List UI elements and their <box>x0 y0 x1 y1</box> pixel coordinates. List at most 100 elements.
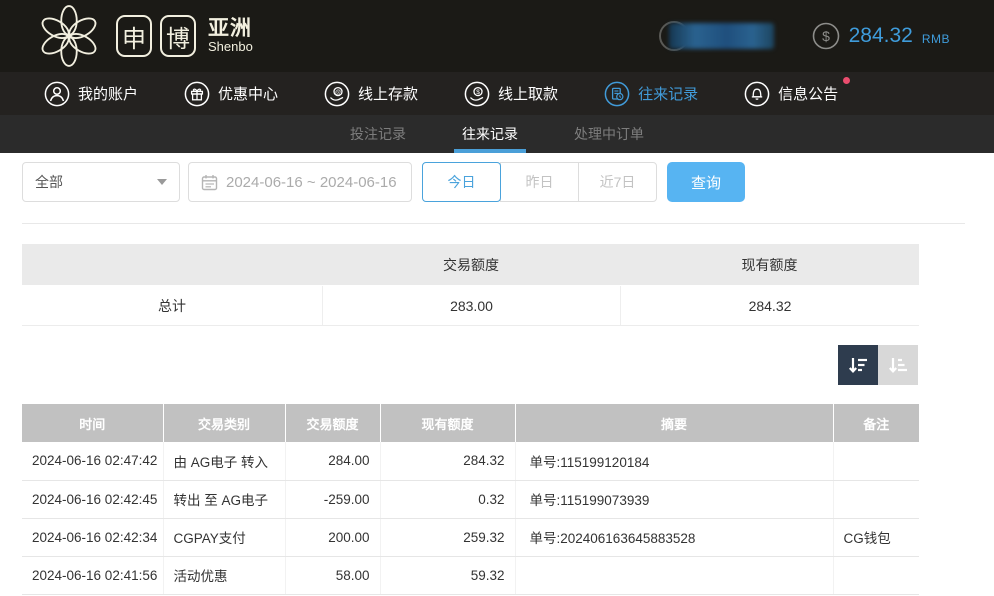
brand-latin: Shenbo <box>208 40 253 54</box>
cell-amount: 58.00 <box>285 556 380 594</box>
gift-icon <box>184 81 210 107</box>
cell-summary: 单号:115199120184 <box>515 442 833 480</box>
table-header-row: 时间 交易类别 交易额度 现有额度 摘要 备注 <box>22 404 919 442</box>
balance-display[interactable]: $ 284.32 RMB <box>812 22 950 50</box>
cell-amount: 284.00 <box>285 442 380 480</box>
category-select[interactable]: 全部 <box>22 162 180 202</box>
date-range-input[interactable]: 2024-06-16 ~ 2024-06-16 <box>188 162 412 202</box>
transactions-table: 时间 交易类别 交易额度 现有额度 摘要 备注 2024-06-16 02:47… <box>22 404 919 595</box>
yesterday-button[interactable]: 昨日 <box>500 162 579 202</box>
bell-icon <box>744 81 770 107</box>
calendar-icon <box>201 174 218 191</box>
summary-total-label: 总计 <box>22 286 322 325</box>
cell-balance: 59.32 <box>380 556 515 594</box>
cell-summary: 单号:115199073939 <box>515 480 833 518</box>
table-row: 2024-06-16 02:42:34 CGPAY支付 200.00 259.3… <box>22 518 919 556</box>
summary-total-row: 总计 283.00 284.32 <box>22 286 919 326</box>
table-row: 2024-06-16 02:47:42 由 AG电子 转入 284.00 284… <box>22 442 919 480</box>
balance-amount: 284.32 <box>849 24 913 48</box>
nav-label: 线上取款 <box>498 83 558 104</box>
tab-betting-records[interactable]: 投注记录 <box>348 115 408 153</box>
sort-controls <box>0 345 918 385</box>
cell-note <box>833 556 919 594</box>
tab-transaction-records[interactable]: 往来记录 <box>460 115 520 153</box>
cell-time: 2024-06-16 02:42:45 <box>22 480 163 518</box>
chevron-down-icon <box>157 179 167 185</box>
filter-bar: 全部 2024-06-16 ~ 2024-06-16 今日 昨日 近7日 查询 <box>22 162 994 202</box>
brand-char-shen: 申 <box>116 15 152 57</box>
category-select-value: 全部 <box>35 172 63 192</box>
cell-balance: 284.32 <box>380 442 515 480</box>
nav-item-my-account[interactable]: 我的账户 <box>44 81 138 107</box>
svg-text:$: $ <box>822 28 830 44</box>
nav-item-transaction-records[interactable]: 往来记录 <box>604 81 698 107</box>
column-header-summary: 摘要 <box>515 404 833 442</box>
section-divider <box>22 223 965 224</box>
cell-balance: 0.32 <box>380 480 515 518</box>
table-row: 2024-06-16 02:41:56 活动优惠 58.00 59.32 <box>22 556 919 594</box>
notification-dot-badge <box>843 77 850 84</box>
summary-header-row: 交易额度 现有额度 <box>22 244 919 285</box>
cell-note <box>833 480 919 518</box>
summary-header-empty <box>22 244 322 285</box>
quick-range-group: 今日 昨日 近7日 <box>422 162 657 202</box>
column-header-balance: 现有额度 <box>380 404 515 442</box>
summary-table: 交易额度 现有额度 总计 283.00 284.32 <box>22 244 919 326</box>
cell-balance: 259.32 <box>380 518 515 556</box>
cell-type: 由 AG电子 转入 <box>163 442 285 480</box>
username-redacted <box>669 23 774 49</box>
record-subtabs: 投注记录 往来记录 处理中订单 <box>0 115 994 153</box>
last7days-button[interactable]: 近7日 <box>578 162 657 202</box>
brand-logo[interactable]: 申 博 亚洲 Shenbo <box>36 3 253 69</box>
cell-summary: 单号:202406163645883528 <box>515 518 833 556</box>
cell-summary <box>515 556 833 594</box>
nav-item-promotions[interactable]: 优惠中心 <box>184 81 278 107</box>
cell-type: CGPAY支付 <box>163 518 285 556</box>
summary-current-total: 284.32 <box>620 286 919 325</box>
cell-note <box>833 442 919 480</box>
sort-descending-button[interactable] <box>838 345 878 385</box>
summary-header-transaction: 交易额度 <box>322 244 620 285</box>
sort-ascending-button[interactable] <box>878 345 918 385</box>
column-header-amount: 交易额度 <box>285 404 380 442</box>
nav-label: 我的账户 <box>78 83 138 104</box>
column-header-time: 时间 <box>22 404 163 442</box>
nav-label: 往来记录 <box>638 83 698 104</box>
column-header-note: 备注 <box>833 404 919 442</box>
username-display[interactable] <box>659 19 774 53</box>
top-header: 申 博 亚洲 Shenbo $ 284.32 RMB <box>0 0 994 72</box>
brand-region: 亚洲 <box>208 18 253 40</box>
date-range-value: 2024-06-16 ~ 2024-06-16 <box>226 174 397 191</box>
summary-transaction-total: 283.00 <box>322 286 620 325</box>
query-button[interactable]: 查询 <box>667 162 745 202</box>
brand-char-bo: 博 <box>160 15 196 57</box>
nav-item-withdraw[interactable]: $ 线上取款 <box>464 81 558 107</box>
nav-item-deposit[interactable]: @ 线上存款 <box>324 81 418 107</box>
tab-pending-orders[interactable]: 处理中订单 <box>572 115 646 153</box>
nav-label: 优惠中心 <box>218 83 278 104</box>
today-button[interactable]: 今日 <box>422 162 501 202</box>
deposit-icon: @ <box>324 81 350 107</box>
cell-type: 转出 至 AG电子 <box>163 480 285 518</box>
svg-text:$: $ <box>476 89 480 96</box>
cell-time: 2024-06-16 02:47:42 <box>22 442 163 480</box>
flower-logo-icon <box>36 3 102 69</box>
nav-label: 线上存款 <box>358 83 418 104</box>
table-row: 2024-06-16 02:42:45 转出 至 AG电子 -259.00 0.… <box>22 480 919 518</box>
cell-amount: -259.00 <box>285 480 380 518</box>
svg-text:@: @ <box>335 90 341 96</box>
main-nav: 我的账户 优惠中心 @ 线上存款 $ 线上取款 <box>0 72 994 115</box>
sort-descending-icon <box>846 353 870 377</box>
summary-header-current: 现有额度 <box>620 244 919 285</box>
records-icon <box>604 81 630 107</box>
balance-currency: RMB <box>922 27 950 46</box>
cell-time: 2024-06-16 02:41:56 <box>22 556 163 594</box>
cell-note: CG钱包 <box>833 518 919 556</box>
cell-time: 2024-06-16 02:42:34 <box>22 518 163 556</box>
dollar-coin-icon: $ <box>812 22 840 50</box>
nav-item-announcements[interactable]: 信息公告 <box>744 81 838 107</box>
cell-type: 活动优惠 <box>163 556 285 594</box>
user-icon <box>44 81 70 107</box>
withdraw-icon: $ <box>464 81 490 107</box>
sort-ascending-icon <box>886 353 910 377</box>
